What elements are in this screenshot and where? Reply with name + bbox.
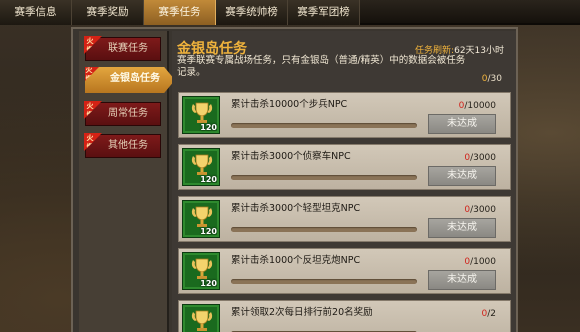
task-row: 120 累计击杀3000个轻型坦克NPC 0/3000 未达成 <box>178 196 511 242</box>
hot-badge: 火爆 <box>84 36 102 54</box>
task-description: 累计击杀3000个轻型坦克NPC <box>231 203 361 214</box>
tab-season-legion-ranking[interactable]: 赛季军团榜 <box>288 0 360 25</box>
season-tab-bar: 赛季信息 赛季奖励 赛季任务 赛季统帅榜 赛季军团榜 <box>0 0 580 25</box>
category-label: 其他任务 <box>108 140 148 151</box>
task-status-button[interactable]: 未达成 <box>428 166 496 186</box>
task-progress-count: 0/3000 <box>464 153 496 163</box>
category-league-tasks[interactable]: 火爆 联赛任务 <box>84 36 161 61</box>
hot-badge: 火爆 <box>85 67 101 83</box>
category-other-tasks[interactable]: 火爆 其他任务 <box>84 133 161 158</box>
task-row: 120 累计击杀10000个步兵NPC 0/10000 未达成 <box>178 92 511 138</box>
category-gold-silver-island-tasks[interactable]: 火爆 金银岛任务 <box>85 67 175 93</box>
category-label: 联赛任务 <box>108 43 148 54</box>
task-progress-total: /3000 <box>470 205 496 215</box>
task-status-button[interactable]: 未达成 <box>428 114 496 134</box>
tab-season-rewards[interactable]: 赛季奖励 <box>72 0 144 25</box>
category-weekly-tasks[interactable]: 火爆 周常任务 <box>84 101 161 126</box>
task-category-menu: 火爆 联赛任务 火爆 金银岛任务 火爆 周常任务 火爆 其他任务 <box>79 31 175 332</box>
task-progress-bar <box>231 227 417 232</box>
task-progress-total: /10000 <box>464 101 496 111</box>
task-list[interactable]: 120 累计击杀10000个步兵NPC 0/10000 未达成 120 累计击杀3000个… <box>178 92 511 332</box>
task-row: 120 累计击杀1000个反坦克炮NPC 0/1000 未达成 <box>178 248 511 294</box>
task-progress-bar <box>231 123 417 128</box>
task-progress-count: 0/3000 <box>464 205 496 215</box>
reward-level: 120 <box>200 175 217 184</box>
task-progress-count: 0/2 <box>482 309 497 319</box>
reward-level: 120 <box>200 227 217 236</box>
task-reward-icon[interactable]: 120 <box>182 148 220 186</box>
panel-description: 赛季联赛专属战场任务，只有金银岛（普通/精英）中的数据会被任务记录。 <box>177 55 466 78</box>
tab-season-tasks[interactable]: 赛季任务 <box>144 0 216 25</box>
task-progress-total: /1000 <box>470 257 496 267</box>
task-description: 累计击杀10000个步兵NPC <box>231 99 348 110</box>
tab-season-info[interactable]: 赛季信息 <box>0 0 72 25</box>
task-row: 累计领取2次每日排行前20名奖励 0/2 <box>178 300 511 332</box>
tab-season-commander-ranking[interactable]: 赛季统帅榜 <box>216 0 288 25</box>
task-reward-icon[interactable]: 120 <box>182 252 220 290</box>
hot-badge: 火爆 <box>84 101 102 119</box>
task-reward-icon[interactable]: 120 <box>182 96 220 134</box>
reward-level: 120 <box>200 123 217 132</box>
task-progress-total: /3000 <box>470 153 496 163</box>
task-reward-icon[interactable] <box>182 304 220 332</box>
task-progress-bar <box>231 175 417 180</box>
overall-total: /30 <box>487 74 502 84</box>
task-description: 累计击杀3000个侦察车NPC <box>231 151 351 162</box>
task-row: 120 累计击杀3000个侦察车NPC 0/3000 未达成 <box>178 144 511 190</box>
reward-level: 120 <box>200 279 217 288</box>
category-label: 金银岛任务 <box>110 73 160 84</box>
task-status-button[interactable]: 未达成 <box>428 218 496 238</box>
task-description: 累计领取2次每日排行前20名奖励 <box>231 307 373 318</box>
task-description: 累计击杀1000个反坦克炮NPC <box>231 255 361 266</box>
task-reward-icon[interactable]: 120 <box>182 200 220 238</box>
task-progress-total: /2 <box>487 309 496 319</box>
overall-progress: 0/30 <box>482 74 502 84</box>
category-label: 周常任务 <box>108 108 148 119</box>
task-status-button[interactable]: 未达成 <box>428 270 496 290</box>
task-progress-count: 0/10000 <box>459 101 496 111</box>
task-progress-bar <box>231 279 417 284</box>
hot-badge: 火爆 <box>84 133 102 151</box>
trophy-icon <box>191 310 213 331</box>
task-progress-count: 0/1000 <box>464 257 496 267</box>
